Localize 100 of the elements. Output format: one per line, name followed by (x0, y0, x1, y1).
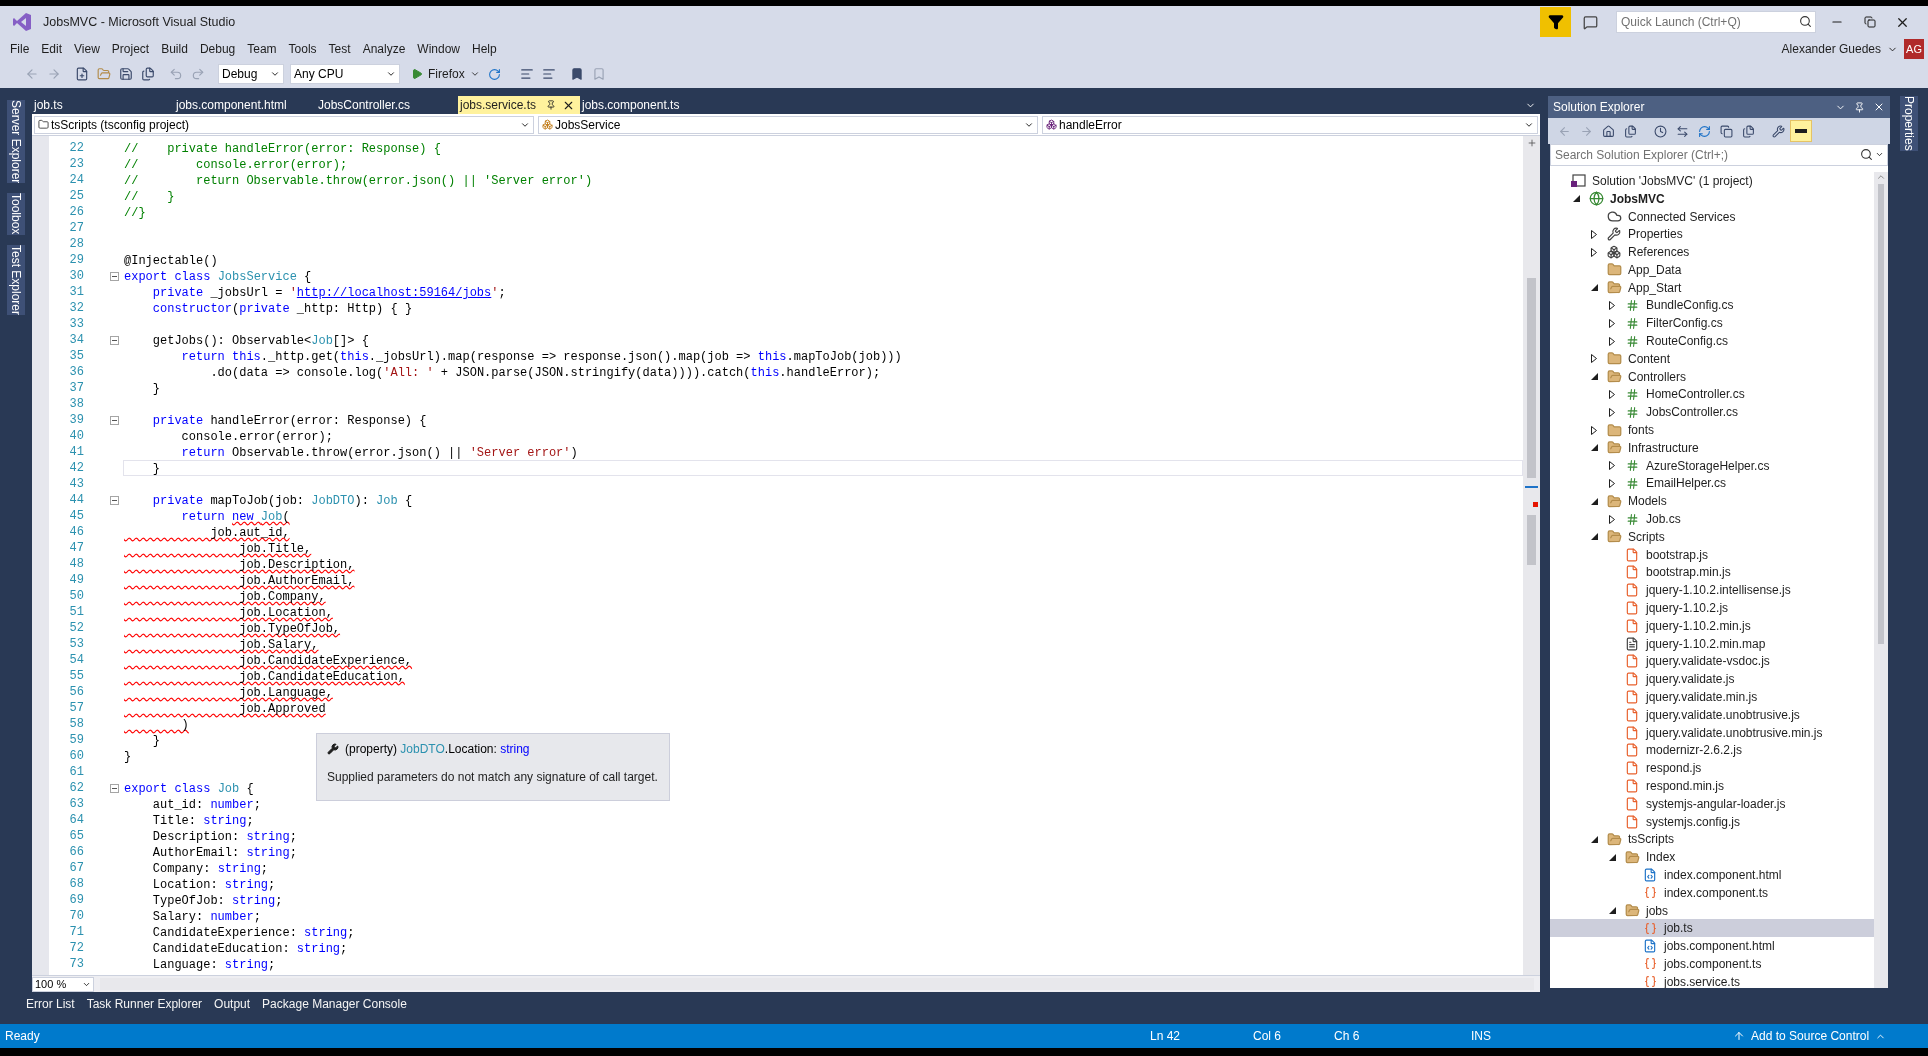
document-tab[interactable]: jobs.component.ts (580, 96, 722, 114)
collapsed-caret-icon[interactable] (1609, 318, 1615, 328)
menu-item[interactable]: Edit (35, 40, 69, 58)
tree-item[interactable]: HomeController.cs (1550, 385, 1874, 404)
tree-item[interactable]: jquery-1.10.2.min.map (1550, 634, 1874, 653)
menu-item[interactable]: File (4, 40, 36, 58)
tool-window-tab[interactable]: Toolbox (7, 193, 25, 235)
tree-item[interactable]: Solution 'JobsMVC' (1 project) (1550, 172, 1874, 190)
configuration-dropdown[interactable]: Debug (218, 64, 284, 84)
tree-item[interactable]: jquery-1.10.2.js (1550, 599, 1874, 617)
tree-item[interactable]: bootstrap.js (1550, 545, 1874, 564)
scrollbar-thumb[interactable] (1878, 184, 1884, 644)
tree-item[interactable]: Models (1550, 492, 1874, 511)
tree-item[interactable]: jquery.validate-vsdoc.js (1550, 652, 1874, 671)
tree-item[interactable]: bootstrap.min.js (1550, 563, 1874, 582)
tree-item[interactable]: Index (1550, 848, 1874, 867)
tree-item[interactable]: modernizr-2.6.2.js (1550, 741, 1874, 760)
source-control-button[interactable]: Add to Source Control (1733, 1027, 1887, 1045)
tree-item[interactable]: index.component.ts (1550, 883, 1874, 902)
pin-icon[interactable] (546, 100, 557, 110)
collapse-icon[interactable] (109, 271, 119, 281)
menu-item[interactable]: Debug (193, 40, 242, 58)
tool-window-tab[interactable]: Server Explorer (7, 100, 25, 184)
tree-item[interactable]: respond.js (1550, 759, 1874, 778)
avatar[interactable]: AG (1904, 39, 1924, 59)
expanded-caret-icon[interactable] (1590, 497, 1598, 505)
tool-window-tab[interactable]: Package Manager Console (262, 995, 407, 1013)
menu-item[interactable]: Team (241, 40, 283, 58)
notifications-button[interactable] (1540, 7, 1571, 37)
expanded-caret-icon[interactable] (1572, 195, 1580, 203)
tree-item[interactable]: Controllers (1550, 367, 1874, 386)
expanded-caret-icon[interactable] (1608, 907, 1616, 915)
scrollbar-thumb[interactable] (1527, 278, 1536, 478)
tree-item[interactable]: Content (1550, 349, 1874, 368)
expanded-caret-icon[interactable] (1590, 533, 1598, 541)
collapsed-caret-icon[interactable] (1591, 229, 1597, 239)
collapsed-caret-icon[interactable] (1591, 247, 1597, 257)
tree-item[interactable]: fonts (1550, 421, 1874, 439)
tree-item[interactable]: job.ts (1550, 919, 1874, 938)
tree-item[interactable]: systemjs-angular-loader.js (1550, 794, 1874, 813)
tree-item[interactable]: jobs.service.ts (1550, 972, 1874, 988)
document-tab[interactable]: jobs.service.ts (458, 96, 580, 114)
url-link[interactable]: http://localhost:59164/jobs (296, 286, 492, 300)
plus-icon[interactable] (1526, 138, 1537, 148)
tree-item[interactable]: jobs (1550, 901, 1874, 920)
collapse-icon[interactable] (109, 495, 119, 505)
tree-item[interactable]: Infrastructure (1550, 438, 1874, 457)
collapsed-caret-icon[interactable] (1609, 300, 1615, 310)
tree-item[interactable]: Connected Services (1550, 207, 1874, 226)
member-dropdown[interactable]: handleError (1042, 115, 1538, 134)
menu-item[interactable]: Tools (282, 40, 323, 58)
collapsed-caret-icon[interactable] (1609, 478, 1615, 488)
document-tab[interactable]: jobs.component.html (174, 96, 316, 114)
feedback-icon[interactable] (1583, 14, 1598, 30)
zoom-dropdown[interactable]: 100 % (32, 976, 94, 992)
collapse-icon[interactable] (109, 335, 119, 345)
tree-item[interactable]: App_Start (1550, 278, 1874, 297)
collapse-icon[interactable] (109, 415, 119, 425)
menu-item[interactable]: Project (105, 40, 156, 58)
tree-item[interactable]: respond.min.js (1550, 777, 1874, 795)
tool-window-tab[interactable]: Test Explorer (7, 244, 25, 315)
tree-item[interactable]: jquery-1.10.2.min.js (1550, 616, 1874, 635)
tree-item[interactable]: EmailHelper.cs (1550, 474, 1874, 493)
tool-window-tab[interactable]: Output (214, 995, 251, 1013)
tree-item[interactable]: Scripts (1550, 527, 1874, 546)
tree-item[interactable]: jquery.validate.unobtrusive.js (1550, 705, 1874, 724)
collapsed-caret-icon[interactable] (1609, 389, 1615, 399)
menu-item[interactable]: View (68, 40, 106, 58)
pin-icon[interactable] (1854, 101, 1865, 113)
tree-item[interactable]: References (1550, 243, 1874, 261)
scrollbar[interactable] (1874, 172, 1888, 988)
tree-item[interactable]: systemjs.config.js (1550, 812, 1874, 831)
tree-item[interactable]: JobsController.cs (1550, 403, 1874, 422)
restore-icon[interactable] (1864, 16, 1876, 28)
tree-item[interactable]: FilterConfig.cs (1550, 314, 1874, 333)
tree-item[interactable]: jobs.component.ts (1550, 955, 1874, 973)
document-tab[interactable]: job.ts (32, 96, 174, 114)
collapsed-caret-icon[interactable] (1591, 425, 1597, 435)
collapsed-caret-icon[interactable] (1609, 336, 1615, 346)
project-dropdown[interactable]: tsScripts (tsconfig project) (34, 115, 534, 134)
scrollbar-thumb[interactable] (1527, 515, 1536, 565)
collapsed-caret-icon[interactable] (1609, 461, 1615, 471)
collapse-icon[interactable] (109, 783, 119, 793)
tree-item[interactable]: jquery.validate.unobtrusive.min.js (1550, 723, 1874, 742)
tree-item[interactable]: jquery.validate.js (1550, 670, 1874, 689)
tree-item[interactable]: jobs.component.html (1550, 937, 1874, 956)
type-dropdown[interactable]: JobsService (538, 115, 1038, 134)
account-name[interactable]: Alexander Guedes (1781, 40, 1881, 58)
expanded-caret-icon[interactable] (1608, 853, 1616, 861)
expanded-caret-icon[interactable] (1590, 284, 1598, 292)
tree-item[interactable]: RouteConfig.cs (1550, 332, 1874, 350)
tool-window-tab[interactable]: Properties (1900, 96, 1918, 151)
menu-item[interactable]: Window (411, 40, 466, 58)
tree-item[interactable]: tsScripts (1550, 830, 1874, 849)
menu-item[interactable]: Build (155, 40, 194, 58)
tree-item[interactable]: Job.cs (1550, 510, 1874, 528)
collapsed-caret-icon[interactable] (1591, 354, 1597, 364)
scrollbar[interactable] (1523, 136, 1540, 975)
tree-item[interactable]: JobsMVC (1550, 189, 1874, 208)
tree-item[interactable]: App_Data (1550, 261, 1874, 279)
